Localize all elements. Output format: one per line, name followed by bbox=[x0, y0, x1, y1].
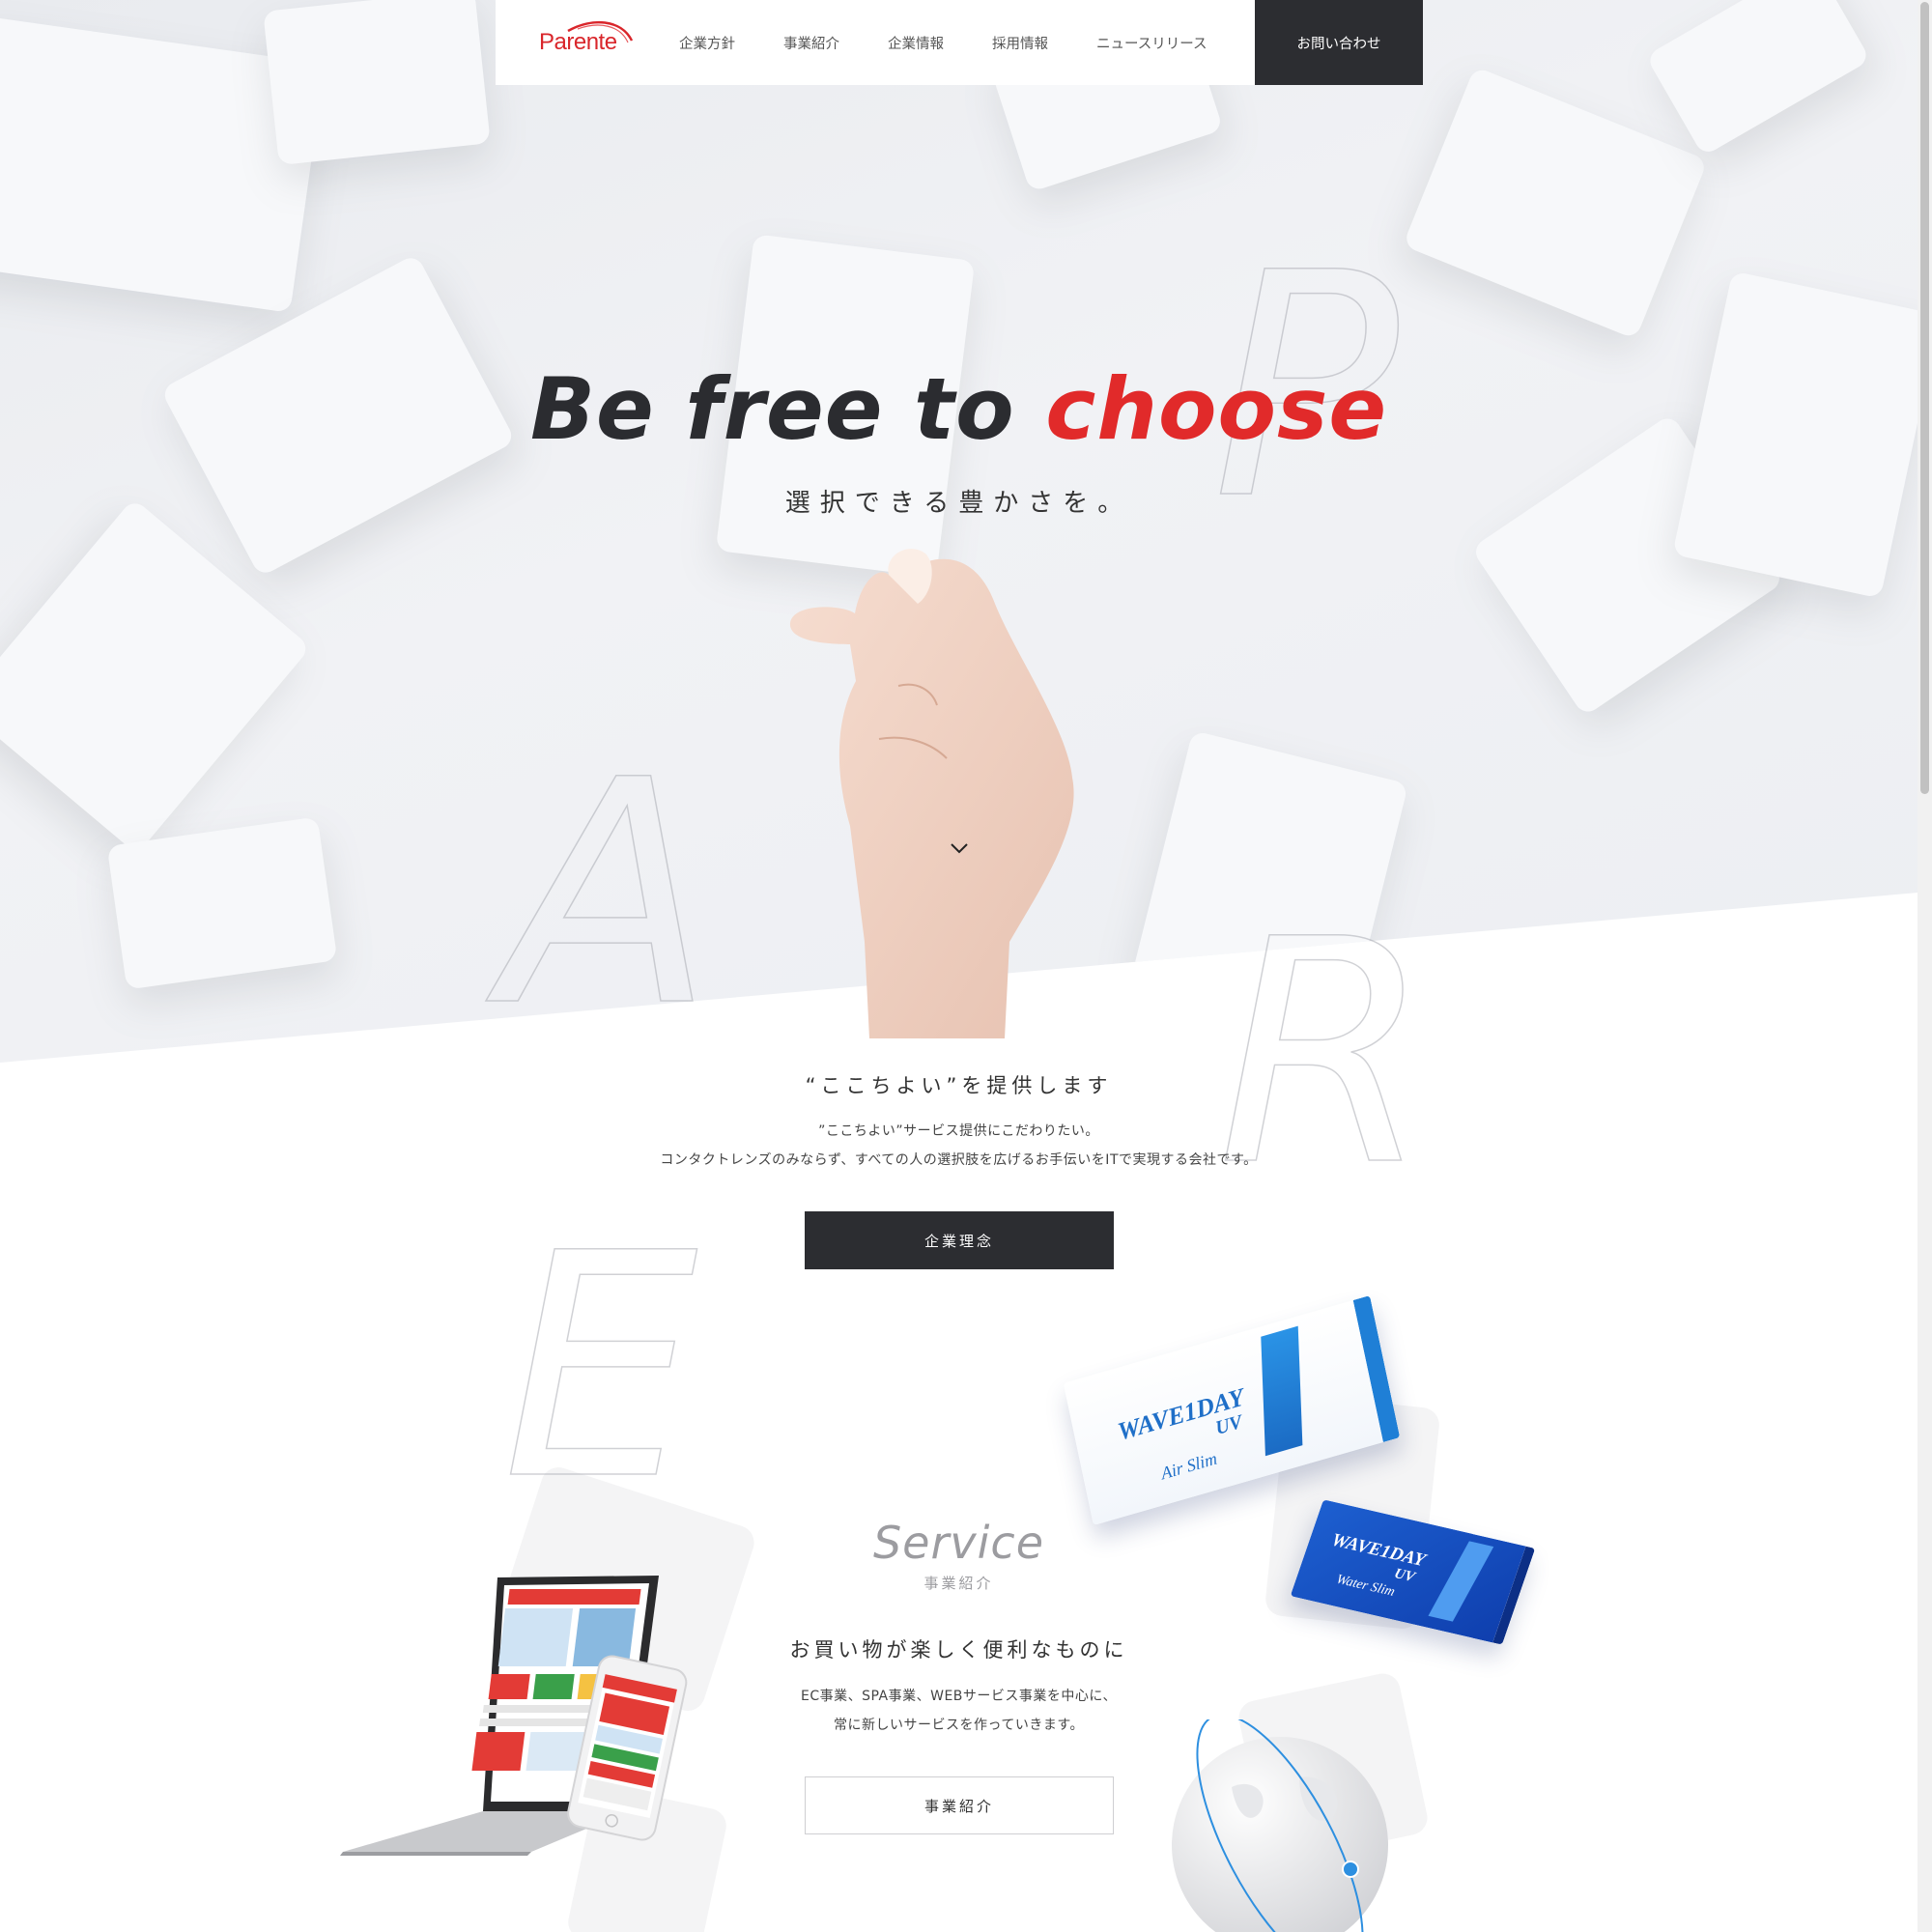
nav-link-news[interactable]: ニュースリリース bbox=[1096, 33, 1208, 53]
intro-text-line1: ”ここちよい”サービス提供にこだわりたい。 bbox=[818, 1123, 1099, 1139]
floating-card bbox=[263, 0, 491, 166]
service-text-line2: 常に新しいサービスを作っていきます。 bbox=[834, 1718, 1084, 1733]
business-button[interactable]: 事業紹介 bbox=[805, 1776, 1114, 1834]
service-heading: お買い物が楽しく便利なものに bbox=[789, 1638, 1128, 1662]
service-subtitle: 事業紹介 bbox=[923, 1575, 994, 1592]
logo-text: Parente bbox=[539, 29, 617, 55]
outline-letter-r: R bbox=[1216, 873, 1433, 1235]
outline-letter-a: A bbox=[501, 714, 714, 1075]
hero-subtitle: 選択できる豊かさを。 bbox=[784, 489, 1133, 518]
service-text-line1: EC事業、SPA事業、WEBサービス事業を中心に、 bbox=[800, 1689, 1117, 1704]
floating-card bbox=[1645, 0, 1871, 156]
top-navigation: Parente 企業方針 事業紹介 企業情報 採用情報 ニュースリリース お問い… bbox=[496, 0, 1423, 85]
intro-text-line2: コンタクトレンズのみならず、すべての人の選択肢を広げるお手伝いをITで実現する会… bbox=[660, 1152, 1258, 1168]
hero-title-accent: choose bbox=[1045, 359, 1388, 459]
hero-title-main: Be free to bbox=[529, 359, 1046, 459]
hero-title: Be free to choose bbox=[0, 359, 1918, 459]
scrollbar-track[interactable] bbox=[1918, 0, 1932, 1932]
parente-logo[interactable]: Parente bbox=[539, 17, 636, 60]
globe-image bbox=[1172, 1719, 1388, 1932]
nav-links: 企業方針 事業紹介 企業情報 採用情報 ニュースリリース bbox=[679, 0, 1256, 85]
contact-button[interactable]: お問い合わせ bbox=[1255, 0, 1423, 85]
scrollbar-thumb[interactable] bbox=[1920, 2, 1929, 794]
floating-card bbox=[106, 816, 338, 990]
intro-heading: “ここちよい”を提供します bbox=[805, 1074, 1113, 1097]
floating-card bbox=[1403, 66, 1708, 340]
nav-link-business[interactable]: 事業紹介 bbox=[783, 33, 839, 53]
product-name: Air Slim bbox=[1159, 1448, 1219, 1484]
product-big-one bbox=[1261, 1325, 1303, 1457]
nav-link-recruit[interactable]: 採用情報 bbox=[992, 33, 1048, 53]
outline-letter-e: E bbox=[501, 1187, 698, 1548]
chevron-down-icon[interactable] bbox=[951, 842, 968, 854]
philosophy-button[interactable]: 企業理念 bbox=[805, 1211, 1114, 1269]
nav-link-policy[interactable]: 企業方針 bbox=[679, 33, 735, 53]
hand-holding-card-image bbox=[789, 549, 1074, 1038]
service-title: Service bbox=[872, 1517, 1044, 1569]
nav-link-company[interactable]: 企業情報 bbox=[888, 33, 944, 53]
